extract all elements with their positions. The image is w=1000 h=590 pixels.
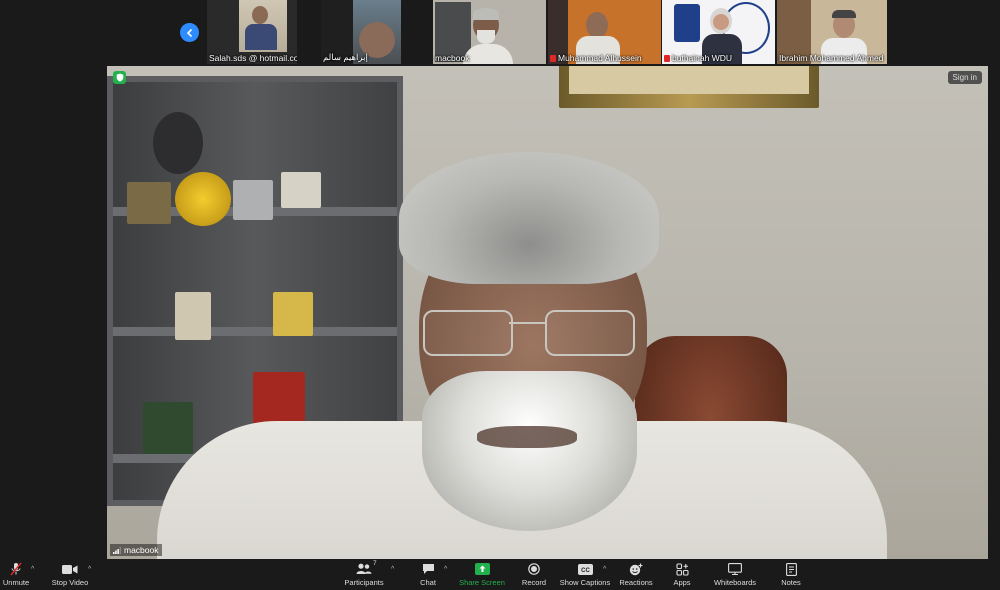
share-screen-label: Share Screen <box>459 578 505 587</box>
participant-tile-active[interactable]: macbook <box>433 0 546 64</box>
shield-icon[interactable] <box>113 71 126 84</box>
wall-frame <box>559 66 819 108</box>
captions-options-caret[interactable]: ^ <box>603 566 606 573</box>
participant-name: إبراهيم سالم <box>323 52 368 62</box>
speaker-hair <box>399 152 659 284</box>
participant-tile[interactable]: Salah.sds @ hotmail.com <box>207 0 297 64</box>
whiteboard-icon <box>728 563 742 575</box>
chevron-left-icon <box>186 28 192 37</box>
share-screen-button[interactable]: Share Screen <box>459 562 505 589</box>
meeting-toolbar: Unmute ^ Stop Video ^ 7 Participants ^ C… <box>0 560 1000 590</box>
participant-tile[interactable]: Muhammad Alhussein <box>548 0 661 64</box>
chat-label: Chat <box>420 578 436 587</box>
stop-video-button[interactable]: Stop Video <box>51 562 89 589</box>
participants-label: Participants <box>344 578 384 587</box>
notes-label: Notes <box>781 578 801 587</box>
whiteboards-label: Whiteboards <box>713 578 757 587</box>
svg-text:CC: CC <box>581 568 590 574</box>
participant-name: Muhammad Alhussein <box>550 53 642 63</box>
speaker-beard <box>422 371 637 531</box>
speaker-name-label: macbook <box>110 544 162 556</box>
main-video: Sign in macbook <box>107 66 988 559</box>
closed-captions-icon: CC <box>577 563 593 575</box>
sign-in-button[interactable]: Sign in <box>947 71 982 84</box>
apps-button[interactable]: Apps <box>670 562 694 589</box>
muted-mic-icon <box>664 55 670 62</box>
speaker-mouth <box>477 426 577 448</box>
participant-name: buthainah WDU <box>664 53 732 63</box>
record-label: Record <box>521 578 547 587</box>
participant-name: Ibrahim Mohammed Ahmed <box>779 53 884 63</box>
notes-icon <box>785 562 797 576</box>
reactions-button[interactable]: Reactions <box>618 562 654 589</box>
muted-mic-icon <box>550 55 556 62</box>
reactions-label: Reactions <box>619 578 653 587</box>
chat-bubble-icon <box>422 564 434 574</box>
apps-icon <box>675 562 689 576</box>
record-button[interactable]: Record <box>519 562 549 589</box>
chat-options-caret[interactable]: ^ <box>444 566 447 573</box>
notes-button[interactable]: Notes <box>778 562 804 589</box>
participant-tile[interactable]: buthainah WDU <box>662 0 775 64</box>
unmute-button[interactable]: Unmute <box>3 562 29 589</box>
participant-strip: Salah.sds @ hotmail.com إبراهيم سالم mac… <box>0 0 1000 66</box>
smiley-plus-icon <box>629 563 643 575</box>
unmute-label: Unmute <box>2 578 30 587</box>
participant-tile[interactable]: Ibrahim Mohammed Ahmed <box>777 0 887 64</box>
participant-name: macbook <box>435 53 470 63</box>
stop-video-label: Stop Video <box>51 578 89 587</box>
speaker-glasses <box>423 310 635 356</box>
participant-name: Salah.sds @ hotmail.com <box>209 53 297 63</box>
record-icon <box>528 563 540 575</box>
share-screen-icon <box>474 563 490 575</box>
chat-button[interactable]: Chat <box>414 562 442 589</box>
participant-tile[interactable]: إبراهيم سالم <box>321 0 401 64</box>
participants-button[interactable]: 7 Participants <box>344 560 384 589</box>
whiteboards-button[interactable]: Whiteboards <box>713 562 757 589</box>
audio-options-caret[interactable]: ^ <box>31 566 34 573</box>
previous-page-button[interactable] <box>180 23 199 42</box>
muted-microphone-icon <box>10 562 22 576</box>
participants-icon <box>356 563 372 574</box>
apps-label: Apps <box>673 578 691 587</box>
participants-count: 7 <box>373 560 377 567</box>
show-captions-label: Show Captions <box>559 578 611 587</box>
signal-bars-icon <box>113 547 121 554</box>
participants-options-caret[interactable]: ^ <box>391 566 394 573</box>
video-options-caret[interactable]: ^ <box>88 566 91 573</box>
video-camera-icon <box>62 564 78 574</box>
